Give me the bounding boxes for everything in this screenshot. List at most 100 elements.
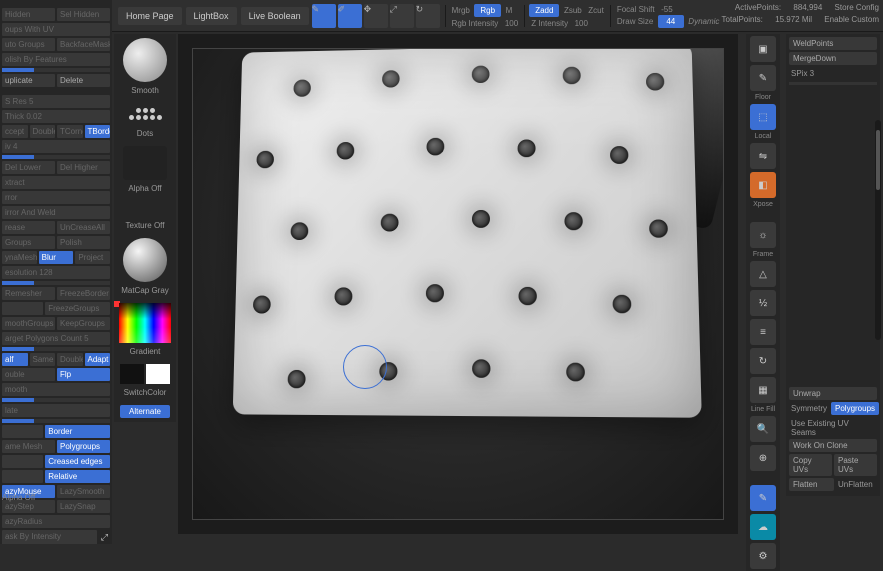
slider-5[interactable] xyxy=(2,398,110,402)
polygroups-toggle[interactable]: Polygroups xyxy=(831,402,879,415)
keep-groups[interactable]: KeepGroups xyxy=(57,317,110,330)
backface-mask[interactable]: BackfaceMask xyxy=(57,38,110,51)
mergedown-btn[interactable]: MergeDown xyxy=(789,52,877,65)
aahalf-icon[interactable]: ½ xyxy=(750,290,776,316)
persp-icon[interactable]: △ xyxy=(750,261,776,287)
lsym-icon[interactable]: ⇋ xyxy=(750,143,776,169)
symmetry-lbl[interactable]: Symmetry xyxy=(789,402,829,417)
config-icon[interactable]: ⚙ xyxy=(750,543,776,569)
enable-custom[interactable]: Enable Custom xyxy=(824,14,879,26)
scale-icon[interactable]: ⤢ xyxy=(390,4,414,28)
gradient-lbl[interactable]: Gradient xyxy=(116,345,174,362)
tabup-icon[interactable]: ⊕ xyxy=(750,445,776,471)
div4[interactable]: iv 4 xyxy=(2,140,110,153)
xpose-icon[interactable]: ◧ xyxy=(750,172,776,198)
actual-icon[interactable]: ≡ xyxy=(750,319,776,345)
rgb-int-val[interactable]: 100 xyxy=(505,19,518,28)
viewport[interactable] xyxy=(178,34,738,534)
alternate-btn[interactable]: Alternate xyxy=(120,405,170,418)
mirror-weld[interactable]: irror And Weld xyxy=(2,206,110,219)
edit-icon[interactable]: ✎ xyxy=(312,4,336,28)
spix[interactable]: SPix 3 xyxy=(789,67,877,80)
draw-size-val[interactable]: 44 xyxy=(658,15,684,28)
local-icon[interactable]: ⬚ xyxy=(750,104,776,130)
border-opt[interactable]: Border xyxy=(45,425,110,438)
lightbox-btn[interactable]: LightBox xyxy=(186,7,237,25)
focal-shift-val[interactable]: -55 xyxy=(661,5,673,14)
relative[interactable]: Relative xyxy=(45,470,110,483)
switch-color[interactable]: SwitchColor xyxy=(116,386,174,403)
zsub-lbl[interactable]: Zsub xyxy=(564,6,582,15)
flatten[interactable]: Flatten xyxy=(789,478,834,491)
sres[interactable]: S Res 5 xyxy=(2,95,110,108)
lazysmooth[interactable]: LazySmooth xyxy=(57,485,110,498)
unwrap-btn[interactable]: Unwrap xyxy=(789,387,877,400)
matcap-thumbnail[interactable] xyxy=(123,238,167,282)
stroke-dots[interactable] xyxy=(116,101,174,127)
blur[interactable]: Blur xyxy=(39,251,74,264)
color-picker[interactable] xyxy=(119,303,171,343)
tborde[interactable]: TBorde xyxy=(85,125,111,138)
smooth-btn[interactable]: mooth xyxy=(2,383,110,396)
delete-btn[interactable]: Delete xyxy=(57,74,110,87)
linefill-icon[interactable]: ▦ xyxy=(750,377,776,403)
groups-uv[interactable]: oups With UV xyxy=(2,23,110,36)
slider-4[interactable] xyxy=(2,347,110,351)
lazysnap[interactable]: LazySnap xyxy=(57,500,110,513)
scrollbar[interactable] xyxy=(875,120,881,340)
auto-groups[interactable]: uto Groups xyxy=(2,38,55,51)
resolution[interactable]: esolution 128 xyxy=(2,266,110,279)
same-mesh[interactable]: ame Mesh xyxy=(2,440,55,453)
sel-hidden[interactable]: Sel Hidden xyxy=(57,8,110,21)
zadd-toggle[interactable]: Zadd xyxy=(529,4,559,17)
extract[interactable]: xtract xyxy=(2,176,110,189)
hidden[interactable]: Hidden xyxy=(2,8,55,21)
same[interactable]: Same xyxy=(30,353,56,366)
freeze-border[interactable]: FreezeBorder xyxy=(57,287,110,300)
groups[interactable]: Groups xyxy=(2,236,55,249)
mrgb-lbl[interactable]: Mrgb xyxy=(452,6,470,15)
slider-1[interactable] xyxy=(2,68,110,72)
brush-thumbnail[interactable] xyxy=(123,38,167,82)
pen-icon[interactable]: ✎ xyxy=(750,485,776,511)
remesher[interactable]: Remesher xyxy=(2,287,55,300)
live-boolean-btn[interactable]: Live Boolean xyxy=(241,7,309,25)
home-page-btn[interactable]: Home Page xyxy=(118,7,182,25)
slider-3[interactable] xyxy=(2,281,110,285)
z-int-val[interactable]: 100 xyxy=(575,19,588,28)
paste-uvs[interactable]: Paste UVs xyxy=(834,454,877,476)
mask-intensity[interactable]: ask By Intensity xyxy=(2,530,97,544)
creased-edges[interactable]: Creased edges xyxy=(45,455,110,468)
slider-2[interactable] xyxy=(2,155,110,159)
duplicate-btn[interactable]: uplicate xyxy=(2,74,55,87)
polygroups-opt[interactable]: Polygroups xyxy=(57,440,110,453)
frame-icon[interactable]: ☼ xyxy=(750,222,776,248)
zoom-icon[interactable]: 🔍 xyxy=(750,416,776,442)
draw-drawpointer-icon[interactable]: ✎ xyxy=(750,65,776,91)
polish[interactable]: Polish xyxy=(57,236,110,249)
double[interactable]: Double xyxy=(30,125,56,138)
unflatten[interactable]: UnFlatten xyxy=(836,478,877,493)
thick[interactable]: Thick 0.02 xyxy=(2,110,110,123)
lazyradius[interactable]: azyRadius xyxy=(2,515,110,528)
target-polygons[interactable]: arget Polygons Count 5 xyxy=(2,332,110,345)
project[interactable]: Project xyxy=(75,251,110,264)
work-clone-btn[interactable]: Work On Clone xyxy=(789,439,877,452)
smooth-groups[interactable]: moothGroups xyxy=(2,317,55,330)
rotate-tool-icon[interactable]: ↻ xyxy=(750,348,776,374)
store-config[interactable]: Store Config xyxy=(835,2,879,14)
tcorne[interactable]: TCorne xyxy=(57,125,83,138)
mirror[interactable]: rror xyxy=(2,191,110,204)
del-higher[interactable]: Del Higher xyxy=(57,161,110,174)
draw-icon[interactable]: ✐ xyxy=(338,4,362,28)
double3[interactable]: ouble xyxy=(2,368,55,381)
adapt[interactable]: Adapt xyxy=(85,353,111,366)
rotate-icon[interactable]: ↻ xyxy=(416,4,440,28)
dynamesh[interactable]: ynaMesh xyxy=(2,251,37,264)
color-swatch-primary[interactable] xyxy=(146,364,170,384)
camview-icon[interactable]: ☁ xyxy=(750,514,776,540)
freeze-groups[interactable]: FreezeGroups xyxy=(45,302,110,315)
del-lower[interactable]: Del Lower xyxy=(2,161,55,174)
accept[interactable]: ccept xyxy=(2,125,28,138)
flp[interactable]: Flp xyxy=(57,368,110,381)
